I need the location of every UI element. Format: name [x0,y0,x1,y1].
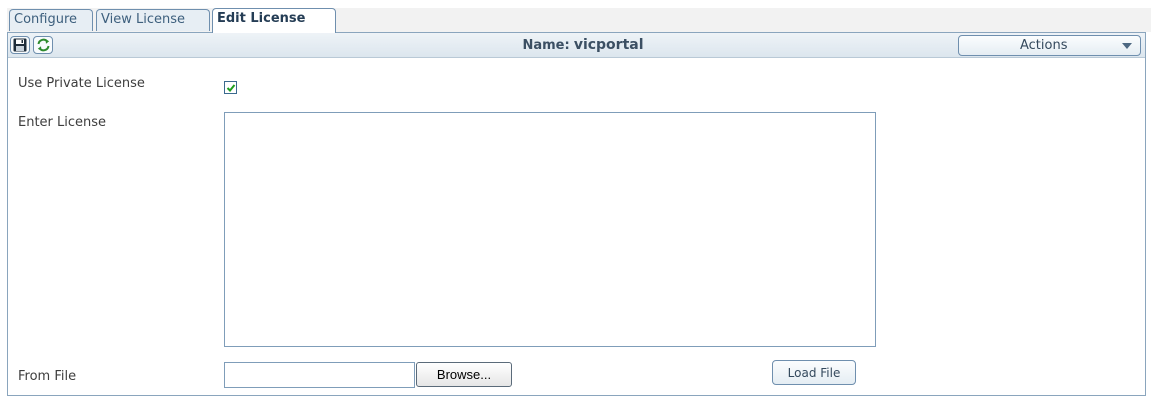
actions-label: Actions [1020,38,1068,53]
use-private-license-checkbox[interactable] [224,81,237,94]
floppy-disk-icon [13,38,27,52]
edit-license-page: Configure View License Edit License Name… [0,0,1153,400]
browse-button[interactable]: Browse... [416,362,512,387]
tab-configure[interactable]: Configure [9,9,93,31]
refresh-button[interactable] [33,36,53,54]
file-path-input[interactable] [224,362,415,388]
chevron-down-icon [1122,43,1132,49]
name-value: vicportal [573,37,644,53]
refresh-arrows-icon [37,38,50,52]
enter-license-label: Enter License [18,115,107,130]
actions-dropdown[interactable]: Actions [958,35,1141,56]
tab-bar: Configure View License Edit License [7,8,1151,33]
top-strip [0,0,1153,8]
edit-license-panel: Name: vicportal Actions Use Private Lice… [7,32,1146,396]
load-file-button[interactable]: Load File [772,360,856,385]
record-name: Name: vicportal [308,36,858,55]
from-file-label: From File [18,369,77,384]
license-textarea[interactable] [224,112,876,347]
checkmark-icon [226,84,236,92]
name-label: Name: [522,38,570,53]
tab-edit-license[interactable]: Edit License [212,8,336,33]
save-button[interactable] [10,36,30,54]
tab-view-license[interactable]: View License [96,9,210,31]
use-private-license-label: Use Private License [18,76,145,91]
toolbar: Name: vicportal Actions [8,33,1145,58]
